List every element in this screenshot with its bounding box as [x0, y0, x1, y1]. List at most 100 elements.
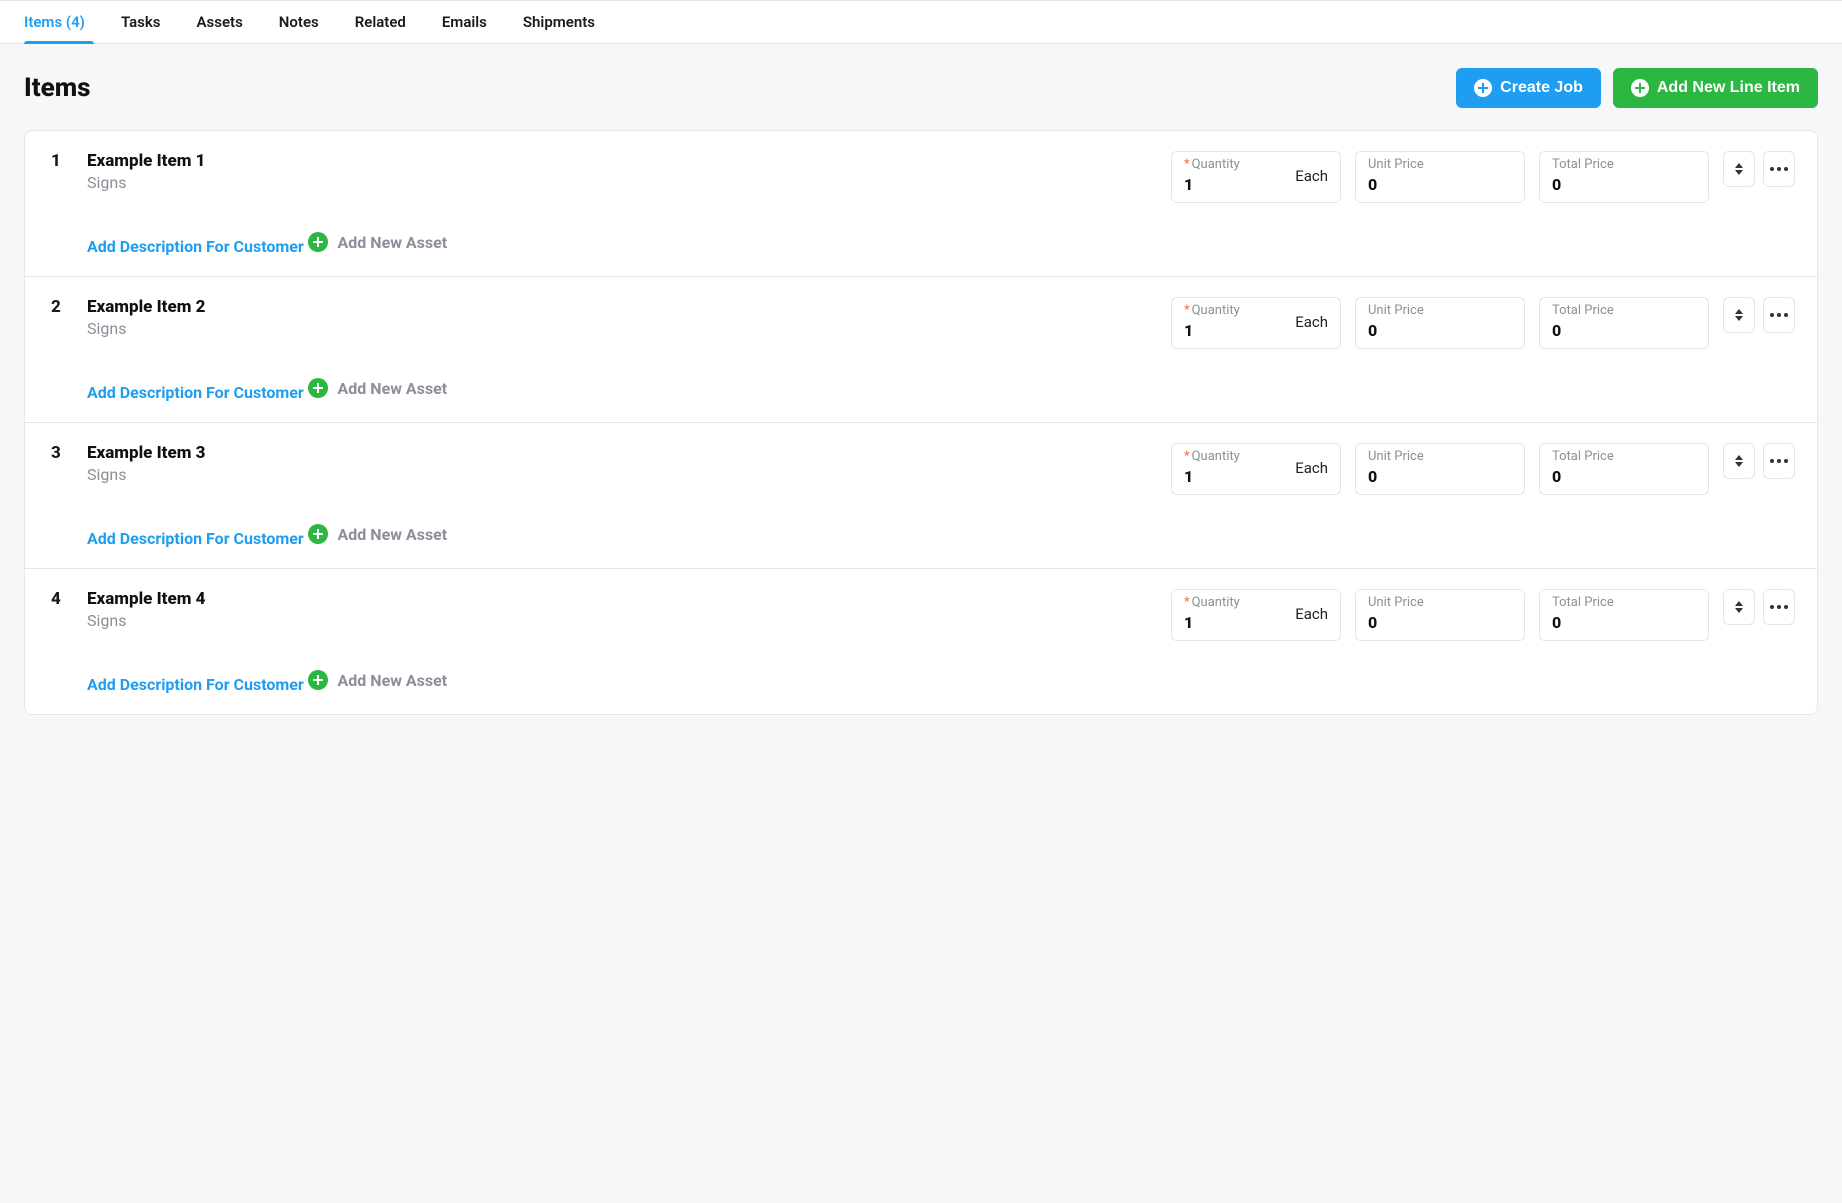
item-name: Example Item 4 [87, 589, 1153, 609]
item-name: Example Item 1 [87, 151, 1153, 171]
add-line-item-label: Add New Line Item [1657, 79, 1800, 97]
item-index: 2 [51, 297, 69, 402]
create-job-label: Create Job [1500, 79, 1583, 97]
quantity-unit: Each [1287, 313, 1328, 331]
more-actions-button[interactable] [1763, 589, 1795, 625]
unit-price-field[interactable]: Unit Price 0 [1355, 297, 1525, 349]
quantity-unit: Each [1287, 605, 1328, 623]
unit-price-label: Unit Price [1368, 596, 1512, 609]
quantity-unit: Each [1287, 167, 1328, 185]
add-line-item-button[interactable]: Add New Line Item [1613, 68, 1818, 108]
total-price-label: Total Price [1552, 158, 1696, 171]
add-asset-button[interactable]: Add New Asset [308, 232, 448, 252]
total-price-label: Total Price [1552, 304, 1696, 317]
total-price-field[interactable]: Total Price 0 [1539, 151, 1709, 203]
add-description-link[interactable]: Add Description For Customer [87, 529, 304, 548]
plus-circle-icon [308, 378, 328, 398]
item-index: 4 [51, 589, 69, 694]
reorder-button[interactable] [1723, 151, 1755, 187]
item-category: Signs [87, 611, 1153, 630]
total-price-value: 0 [1552, 467, 1561, 486]
total-price-field[interactable]: Total Price 0 [1539, 297, 1709, 349]
item-index: 1 [51, 151, 69, 256]
sort-icon [1735, 163, 1743, 175]
item-category: Signs [87, 319, 1153, 338]
tabs-bar: Items (4) Tasks Assets Notes Related Ema… [0, 0, 1842, 44]
quantity-value: 1 [1184, 175, 1240, 194]
sort-icon [1735, 309, 1743, 321]
more-actions-button[interactable] [1763, 443, 1795, 479]
tab-items[interactable]: Items (4) [24, 1, 85, 43]
tab-related[interactable]: Related [355, 1, 406, 43]
tab-notes[interactable]: Notes [279, 1, 319, 43]
reorder-button[interactable] [1723, 297, 1755, 333]
total-price-value: 0 [1552, 175, 1561, 194]
tab-tasks[interactable]: Tasks [121, 1, 161, 43]
item-row: 3 Example Item 3 Signs Add Description F… [24, 423, 1818, 569]
item-index: 3 [51, 443, 69, 548]
quantity-value: 1 [1184, 613, 1240, 632]
unit-price-value: 0 [1368, 321, 1377, 340]
unit-price-value: 0 [1368, 467, 1377, 486]
item-row: 4 Example Item 4 Signs Add Description F… [24, 569, 1818, 715]
item-category: Signs [87, 173, 1153, 192]
total-price-label: Total Price [1552, 450, 1696, 463]
quantity-field[interactable]: *Quantity 1 Each [1171, 443, 1341, 495]
more-icon [1770, 313, 1788, 317]
page-title: Items [24, 73, 91, 103]
add-asset-label: Add New Asset [338, 379, 448, 398]
quantity-label: Quantity [1192, 157, 1240, 172]
add-asset-button[interactable]: Add New Asset [308, 670, 448, 690]
add-description-link[interactable]: Add Description For Customer [87, 675, 304, 694]
item-name: Example Item 3 [87, 443, 1153, 463]
quantity-value: 1 [1184, 467, 1240, 486]
more-actions-button[interactable] [1763, 297, 1795, 333]
quantity-label: Quantity [1192, 449, 1240, 464]
add-asset-label: Add New Asset [338, 525, 448, 544]
quantity-label: Quantity [1192, 303, 1240, 318]
unit-price-value: 0 [1368, 175, 1377, 194]
more-icon [1770, 605, 1788, 609]
items-list: 1 Example Item 1 Signs Add Description F… [24, 130, 1818, 715]
sort-icon [1735, 455, 1743, 467]
item-row: 2 Example Item 2 Signs Add Description F… [24, 277, 1818, 423]
add-asset-button[interactable]: Add New Asset [308, 524, 448, 544]
unit-price-value: 0 [1368, 613, 1377, 632]
unit-price-field[interactable]: Unit Price 0 [1355, 443, 1525, 495]
total-price-field[interactable]: Total Price 0 [1539, 589, 1709, 641]
quantity-unit: Each [1287, 459, 1328, 477]
plus-circle-icon [1474, 79, 1492, 97]
tab-shipments[interactable]: Shipments [523, 1, 595, 43]
sort-icon [1735, 601, 1743, 613]
add-asset-label: Add New Asset [338, 233, 448, 252]
create-job-button[interactable]: Create Job [1456, 68, 1601, 108]
tab-emails[interactable]: Emails [442, 1, 487, 43]
item-name: Example Item 2 [87, 297, 1153, 317]
plus-circle-icon [308, 670, 328, 690]
quantity-field[interactable]: *Quantity 1 Each [1171, 589, 1341, 641]
more-actions-button[interactable] [1763, 151, 1795, 187]
reorder-button[interactable] [1723, 589, 1755, 625]
unit-price-label: Unit Price [1368, 450, 1512, 463]
unit-price-label: Unit Price [1368, 158, 1512, 171]
total-price-field[interactable]: Total Price 0 [1539, 443, 1709, 495]
tab-assets[interactable]: Assets [197, 1, 243, 43]
plus-circle-icon [1631, 79, 1649, 97]
total-price-value: 0 [1552, 613, 1561, 632]
quantity-value: 1 [1184, 321, 1240, 340]
total-price-label: Total Price [1552, 596, 1696, 609]
reorder-button[interactable] [1723, 443, 1755, 479]
item-row: 1 Example Item 1 Signs Add Description F… [24, 130, 1818, 277]
add-asset-label: Add New Asset [338, 671, 448, 690]
quantity-label: Quantity [1192, 595, 1240, 610]
item-category: Signs [87, 465, 1153, 484]
quantity-field[interactable]: *Quantity 1 Each [1171, 151, 1341, 203]
unit-price-label: Unit Price [1368, 304, 1512, 317]
add-asset-button[interactable]: Add New Asset [308, 378, 448, 398]
unit-price-field[interactable]: Unit Price 0 [1355, 589, 1525, 641]
add-description-link[interactable]: Add Description For Customer [87, 383, 304, 402]
plus-circle-icon [308, 524, 328, 544]
add-description-link[interactable]: Add Description For Customer [87, 237, 304, 256]
quantity-field[interactable]: *Quantity 1 Each [1171, 297, 1341, 349]
unit-price-field[interactable]: Unit Price 0 [1355, 151, 1525, 203]
